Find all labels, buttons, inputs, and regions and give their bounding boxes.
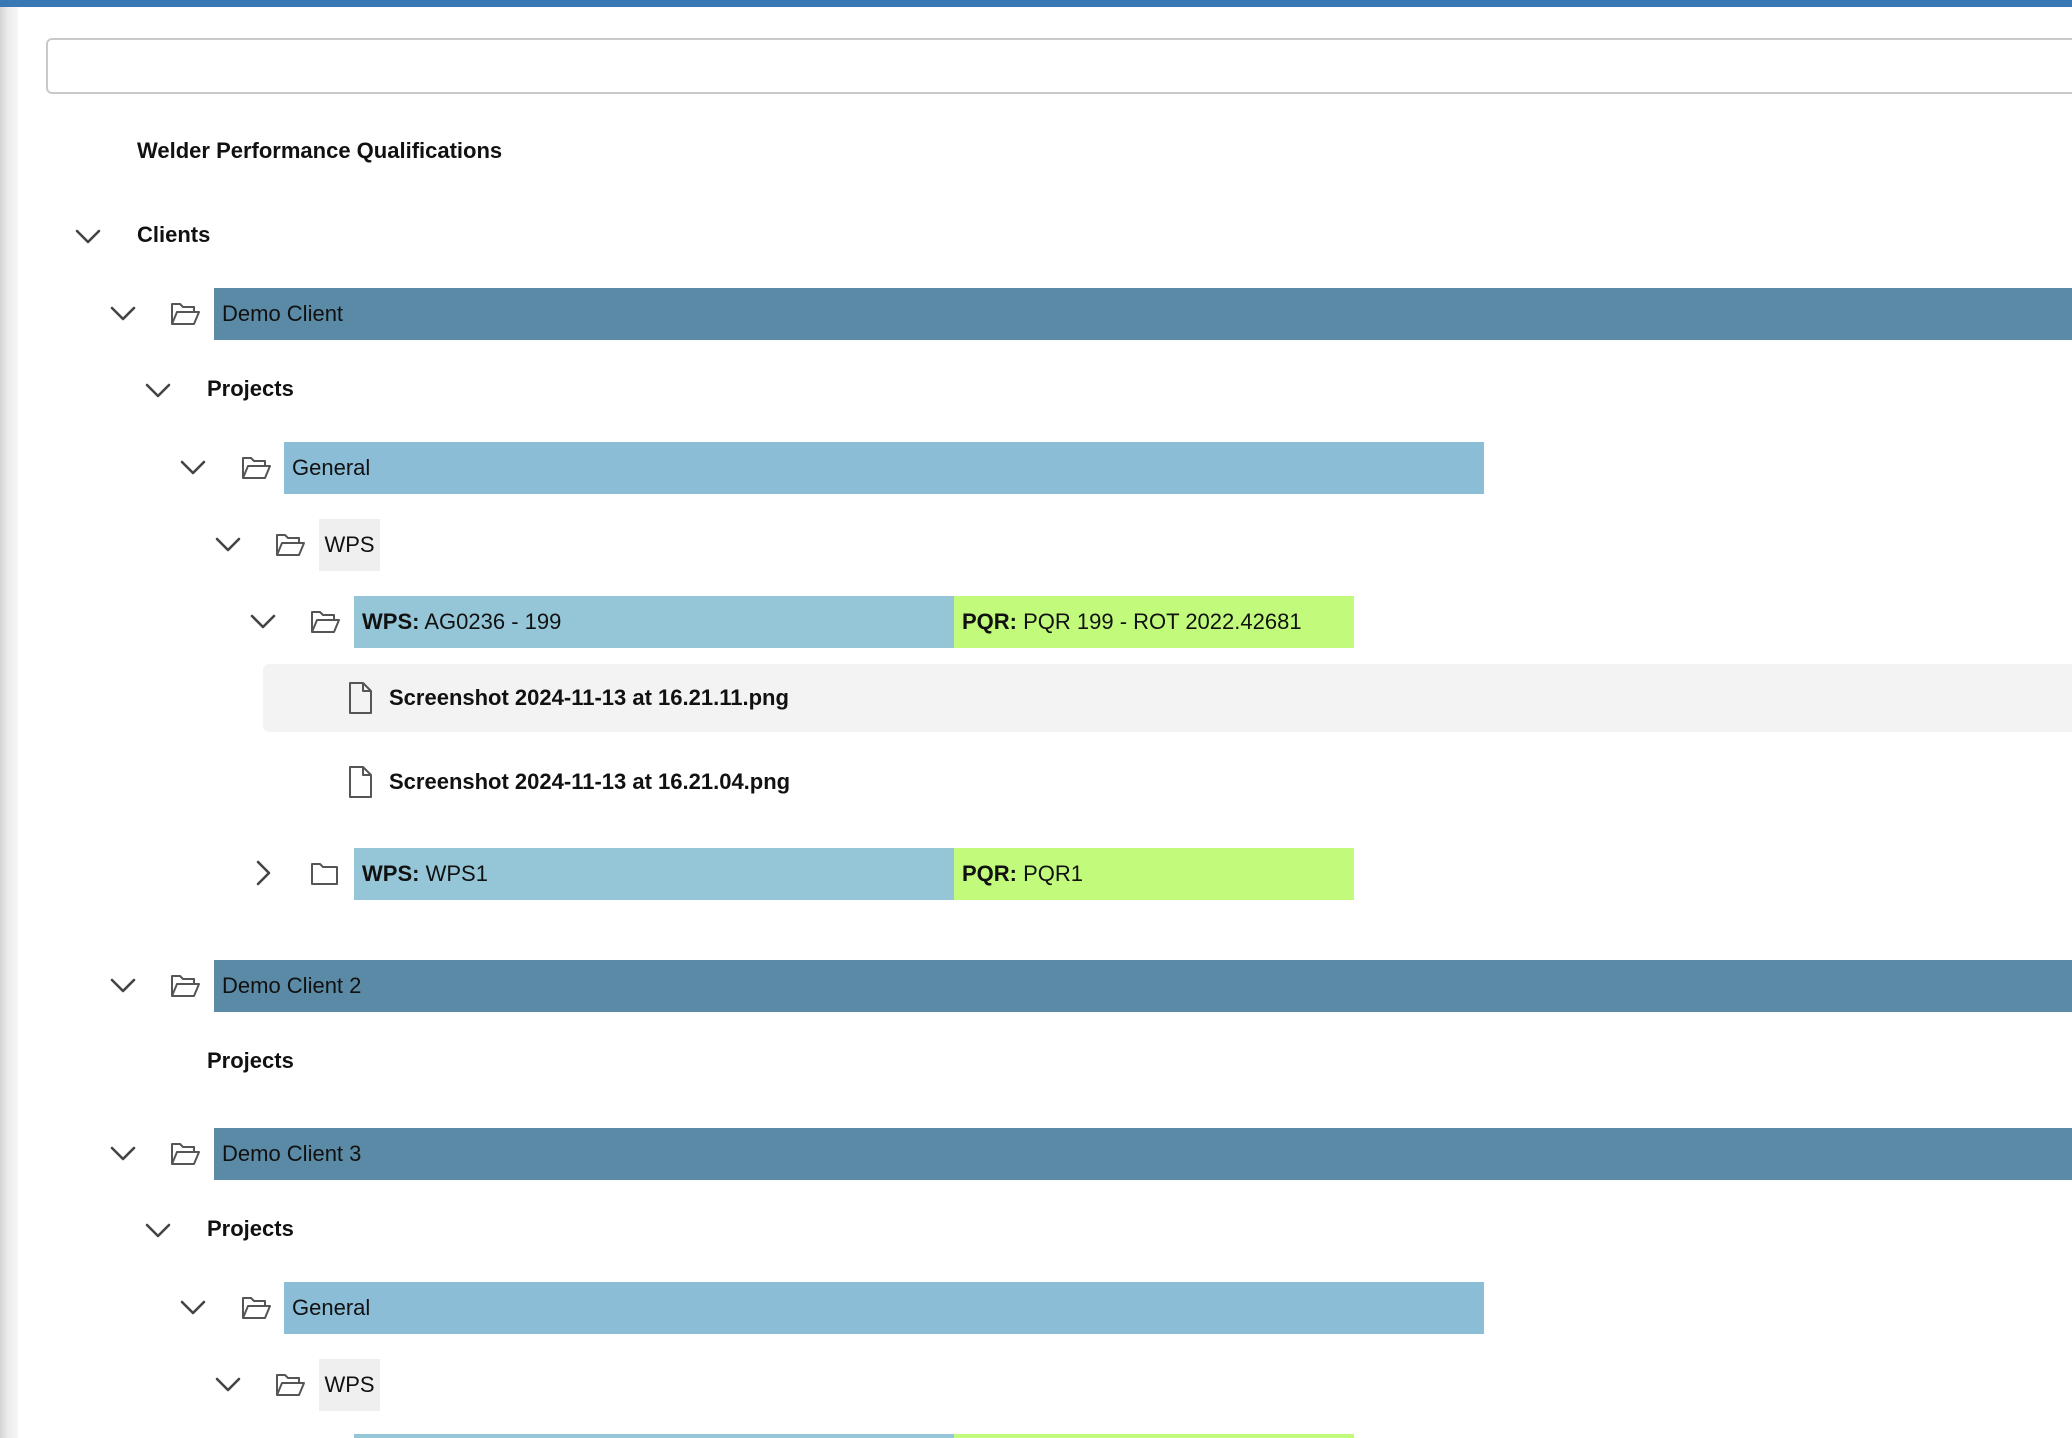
- page-title: Welder Performance Qualifications: [137, 138, 503, 163]
- chevron-down-icon[interactable]: [143, 1215, 173, 1245]
- pqr-value: PQR1: [1023, 861, 1084, 886]
- window-left-edge: [0, 7, 18, 1438]
- file-name[interactable]: Screenshot 2024-11-13 at 16.21.11.png: [389, 683, 789, 713]
- wps-row-partial: [354, 1434, 954, 1438]
- client-row[interactable]: Demo Client 3: [214, 1128, 2072, 1180]
- file-icon: [346, 681, 374, 715]
- wps-value: WPS1: [425, 861, 488, 886]
- pqr-cell-partial: [954, 1434, 1354, 1438]
- chevron-down-icon[interactable]: [143, 375, 173, 405]
- chevron-down-icon[interactable]: [108, 970, 138, 1000]
- chevron-down-icon[interactable]: [248, 606, 278, 636]
- chevron-down-icon[interactable]: [213, 1369, 243, 1399]
- client-row[interactable]: Demo Client 2: [214, 960, 2072, 1012]
- chevron-down-icon[interactable]: [178, 1292, 208, 1322]
- chevron-right-icon[interactable]: [248, 858, 278, 888]
- folder-open-icon: [274, 1369, 306, 1399]
- projects-label: Projects: [207, 1216, 294, 1241]
- wps-folder-label[interactable]: WPS: [319, 1359, 380, 1411]
- folder-open-icon: [169, 1138, 201, 1168]
- folder-icon: [309, 858, 341, 888]
- chevron-down-icon[interactable]: [108, 298, 138, 328]
- pqr-cell[interactable]: PQR: PQR 199 - ROT 2022.42681: [954, 596, 1354, 648]
- folder-open-icon: [309, 606, 341, 636]
- chevron-down-icon[interactable]: [178, 452, 208, 482]
- folder-open-icon: [169, 298, 201, 328]
- wps-value: AG0236 - 199: [424, 609, 562, 634]
- project-row[interactable]: General: [284, 1282, 1484, 1334]
- top-accent-bar: [0, 0, 2072, 7]
- client-row[interactable]: Demo Client: [214, 288, 2072, 340]
- projects-label: Projects: [207, 1048, 294, 1073]
- wps-key: WPS:: [362, 861, 420, 886]
- folder-open-icon: [240, 452, 272, 482]
- pqr-key: PQR:: [962, 609, 1017, 634]
- folder-open-icon: [274, 529, 306, 559]
- folder-open-icon: [240, 1292, 272, 1322]
- pqr-value: PQR 199 - ROT 2022.42681: [1023, 609, 1302, 634]
- pqr-cell[interactable]: PQR: PQR1: [954, 848, 1354, 900]
- file-name[interactable]: Screenshot 2024-11-13 at 16.21.04.png: [389, 767, 790, 797]
- clients-label: Clients: [137, 222, 211, 247]
- search-input[interactable]: [46, 38, 2072, 94]
- wps-row[interactable]: WPS: WPS1: [354, 848, 954, 900]
- pqr-key: PQR:: [962, 861, 1017, 886]
- wps-folder-label[interactable]: WPS: [319, 519, 380, 571]
- projects-label: Projects: [207, 376, 294, 401]
- chevron-down-icon[interactable]: [213, 529, 243, 559]
- chevron-down-icon[interactable]: [108, 1138, 138, 1168]
- chevron-down-icon[interactable]: [73, 221, 103, 251]
- wps-row[interactable]: WPS: AG0236 - 199: [354, 596, 954, 648]
- folder-open-icon: [169, 970, 201, 1000]
- project-row[interactable]: General: [284, 442, 1484, 494]
- wps-key: WPS:: [362, 609, 420, 634]
- file-icon: [346, 765, 374, 799]
